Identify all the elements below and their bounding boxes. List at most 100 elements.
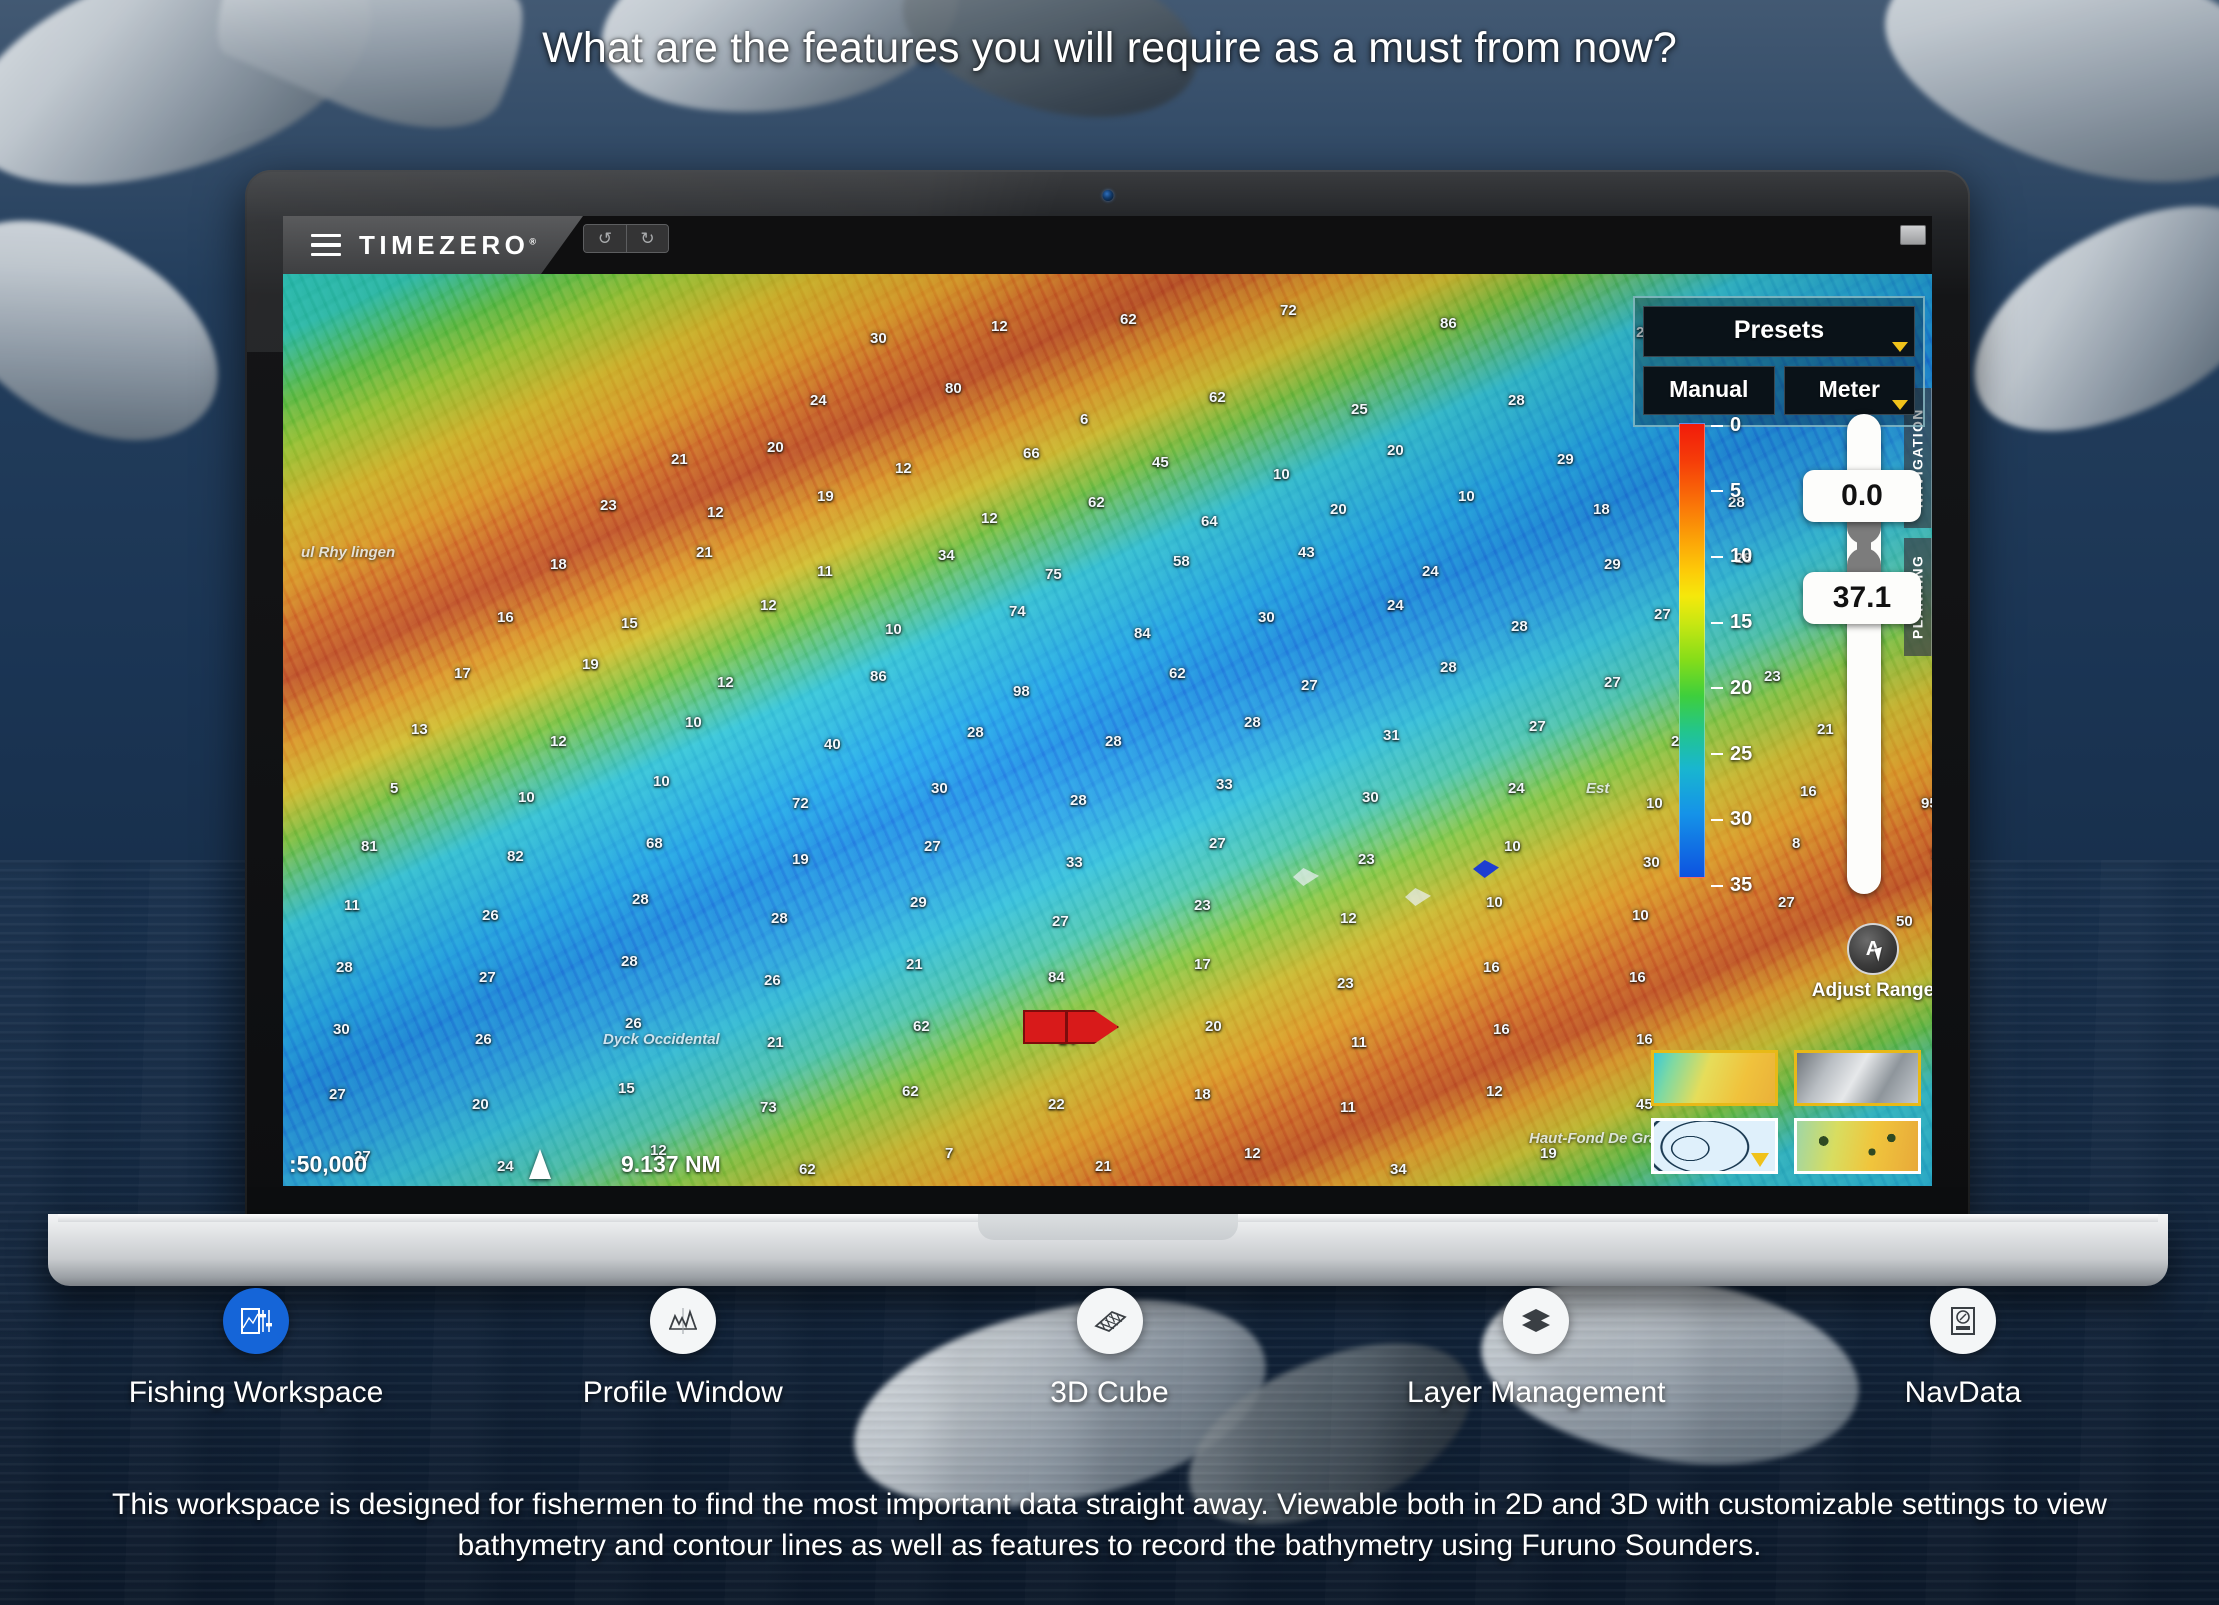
depth-sounding: 12 <box>707 504 724 521</box>
depth-sounding: 12 <box>981 510 998 527</box>
presets-dropdown[interactable]: Presets <box>1643 306 1915 357</box>
app-screen: 3012627286282480662252821201266451020292… <box>283 216 1932 1186</box>
depth-sounding: 12 <box>760 597 777 614</box>
depth-sounding: 20 <box>1387 442 1404 459</box>
depth-sounding: 11 <box>817 563 833 580</box>
tick-label: 0 <box>1730 414 1742 436</box>
waypoint-target-icon[interactable] <box>1473 860 1499 878</box>
relief-shading-thumbnail[interactable] <box>1794 1050 1921 1106</box>
depth-sounding: 21 <box>767 1034 784 1051</box>
adjust-range-button[interactable]: A Adjust Range <box>1807 923 1932 1002</box>
depth-sounding: 86 <box>870 668 887 685</box>
depth-sounding: 19 <box>582 656 599 673</box>
depth-sounding: 29 <box>1557 451 1574 468</box>
depth-sounding: 28 <box>1511 618 1528 635</box>
own-ship-icon[interactable] <box>1023 1010 1119 1044</box>
feature-label: Fishing Workspace <box>128 1376 384 1409</box>
bathymetry-shading-thumbnail[interactable] <box>1651 1050 1778 1106</box>
depth-color-scale <box>1679 423 1705 878</box>
depth-sounding: 6 <box>1080 411 1089 428</box>
depth-sounding: 68 <box>646 835 663 852</box>
app-top-bar: TIMEZERO® ↺ ↻ <box>283 216 1932 274</box>
tick-label: 5 <box>1730 479 1742 502</box>
feature-layer-management[interactable]: Layer Management <box>1366 1288 1706 1410</box>
depth-sounding: 84 <box>1134 625 1151 642</box>
depth-sounding: 12 <box>895 460 912 477</box>
auto-adjust-cursor-icon: A <box>1847 923 1899 975</box>
feature-profile-window[interactable]: Profile Window <box>513 1288 853 1410</box>
fish-target-icon[interactable] <box>1405 888 1431 906</box>
depth-tick: 0 <box>1711 414 1741 437</box>
depth-sounding: 27 <box>924 838 941 855</box>
presets-label: Presets <box>1733 316 1825 344</box>
laptop-base <box>48 1214 2168 1286</box>
tick-label: 10 <box>1730 545 1753 568</box>
depth-sounding: 21 <box>906 956 923 973</box>
depth-sounding: 27 <box>329 1086 346 1103</box>
manual-mode-button[interactable]: Manual <box>1643 366 1775 415</box>
depth-sounding: 30 <box>931 780 948 797</box>
tick-mark <box>1711 490 1723 493</box>
feature-label: 3D Cube <box>1050 1376 1169 1409</box>
depth-sounding: 28 <box>1105 733 1122 750</box>
depth-sounding: 28 <box>1070 792 1087 809</box>
depth-sounding: 18 <box>1593 501 1610 518</box>
depth-sounding: 74 <box>1009 603 1026 620</box>
depth-sounding: 12 <box>717 674 734 691</box>
depth-range-slider[interactable]: 0.0 37.1 <box>1803 414 1921 914</box>
depth-sounding: 19 <box>817 488 834 505</box>
window-control-button[interactable] <box>1900 225 1926 245</box>
depth-sounding: 16 <box>1483 959 1500 976</box>
background-fish <box>1937 163 2219 477</box>
depth-sounding: 5 <box>390 780 399 797</box>
depth-sounding: 28 <box>1508 392 1525 409</box>
depth-sounding: 15 <box>621 615 638 632</box>
chart-range-value: 9.137 NM <box>621 1150 721 1177</box>
depth-sounding: 31 <box>1383 727 1400 744</box>
depth-sounding: 23 <box>1337 975 1354 992</box>
app-brand[interactable]: TIMEZERO® <box>283 216 583 274</box>
manual-label: Manual <box>1669 376 1749 402</box>
history-buttons: ↺ ↻ <box>583 224 669 253</box>
depth-sounding: 27 <box>479 969 496 986</box>
depth-sounding: 27 <box>1209 835 1226 852</box>
range-min-value[interactable]: 0.0 <box>1803 470 1921 522</box>
tick-mark <box>1711 753 1723 756</box>
depth-sounding: 24 <box>1387 597 1404 614</box>
depth-sounding: 11 <box>1340 1099 1356 1116</box>
unit-dropdown[interactable]: Meter <box>1783 366 1915 415</box>
undo-icon[interactable]: ↺ <box>584 225 626 252</box>
tick-label: 25 <box>1730 742 1753 765</box>
depth-sounding: 33 <box>1066 854 1083 871</box>
hamburger-menu-icon[interactable] <box>311 234 341 256</box>
range-max-value[interactable]: 37.1 <box>1803 572 1921 624</box>
redo-icon[interactable]: ↻ <box>626 225 668 252</box>
depth-sounding: 40 <box>824 736 841 753</box>
feature-3d-cube[interactable]: 3D Cube <box>940 1288 1280 1410</box>
fish-target-icon[interactable] <box>1293 868 1319 886</box>
depth-sounding: 15 <box>618 1080 635 1097</box>
depth-sounding: 24 <box>1508 780 1525 797</box>
depth-sounding: 28 <box>1440 659 1457 676</box>
feature-label: Profile Window <box>582 1376 783 1409</box>
depth-sounding: 34 <box>938 547 955 564</box>
depth-sounding: 17 <box>1194 956 1211 973</box>
depth-sounding: 30 <box>870 330 887 347</box>
depth-sounding: 72 <box>1280 302 1297 319</box>
depth-sounding: 30 <box>333 1021 350 1038</box>
page-title: What are the features you will require a… <box>542 24 1677 72</box>
feature-label: NavData <box>1904 1376 2022 1409</box>
depth-sounding: 24 <box>810 392 827 409</box>
depth-tick: 30 <box>1711 808 1752 831</box>
feature-navdata[interactable]: NavData <box>1793 1288 2133 1410</box>
depth-sounding: 18 <box>550 556 567 573</box>
feature-fishing-workspace[interactable]: Fishing Workspace <box>86 1288 426 1410</box>
depth-sounding: 26 <box>482 907 499 924</box>
chart-status-bar: :50,000 9.137 NM <box>283 1142 1932 1186</box>
depth-sounding: 27 <box>1604 674 1621 691</box>
depth-sounding: 62 <box>913 1018 930 1035</box>
depth-sounding: 62 <box>902 1083 919 1100</box>
profile-window-icon <box>649 1288 716 1354</box>
slide-root: What are the features you will require a… <box>0 0 2219 1605</box>
depth-sounding: 20 <box>767 439 784 456</box>
